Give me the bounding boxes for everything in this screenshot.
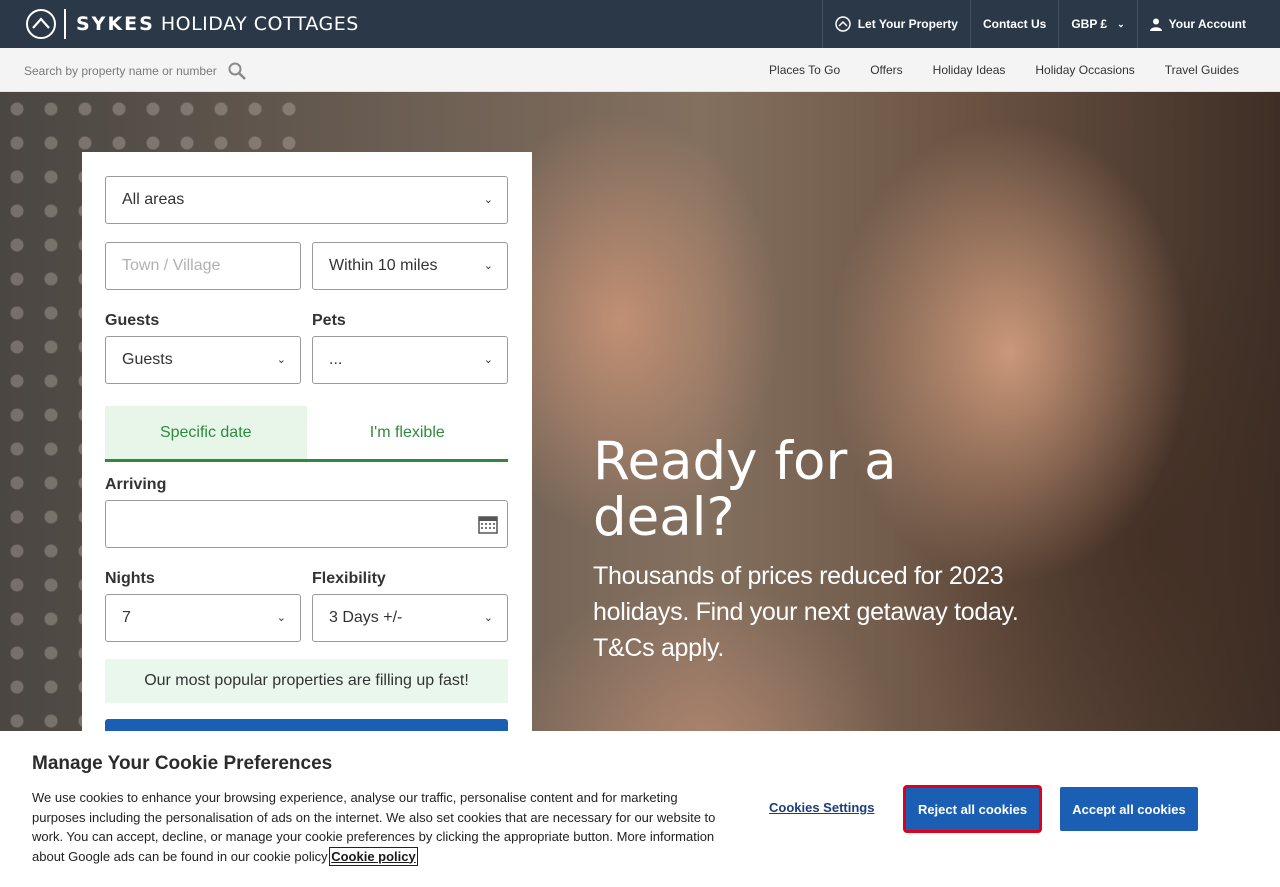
account-link[interactable]: Your Account [1136,0,1258,48]
nav-travel-guides[interactable]: Travel Guides [1165,63,1239,77]
town-input[interactable]: Town / Village [105,242,301,290]
arriving-date-input[interactable] [105,500,508,548]
property-search-input[interactable] [24,64,224,78]
currency-selector[interactable]: GBP £ ⌄ [1058,0,1136,48]
radius-select[interactable]: Within 10 miles ⌄ [312,242,508,290]
flexibility-label: Flexibility [312,570,386,587]
flexibility-value: 3 Days +/- [329,609,403,626]
chevron-down-icon: ⌄ [483,354,493,366]
nav-holiday-occasions[interactable]: Holiday Occasions [1035,63,1134,77]
date-mode-tabs: Specific date I'm flexible [105,406,508,462]
nav-places-to-go[interactable]: Places To Go [769,63,840,77]
logo-mark-icon [26,9,56,39]
tab-flexible[interactable]: I'm flexible [307,406,509,459]
cookie-banner: Manage Your Cookie Preferences We use co… [0,731,1280,887]
top-nav: Let Your Property Contact Us GBP £ ⌄ You… [821,0,1258,48]
nights-label: Nights [105,570,155,587]
cookie-title: Manage Your Cookie Preferences [32,753,333,774]
reject-all-cookies-button[interactable]: Reject all cookies [903,785,1042,833]
flexibility-select[interactable]: 3 Days +/- ⌄ [312,594,508,642]
cookies-settings-button[interactable]: Cookies Settings [769,800,874,815]
calendar-icon[interactable] [478,514,498,539]
contact-us-label: Contact Us [982,17,1047,31]
nav-holiday-ideas[interactable]: Holiday Ideas [933,63,1006,77]
user-icon [1149,18,1162,31]
pets-label: Pets [312,312,346,329]
tab-specific-date[interactable]: Specific date [105,406,307,459]
cookie-description: We use cookies to enhance your browsing … [32,788,722,866]
holiday-search-panel: All areas ⌄ Town / Village Within 10 mil… [82,152,532,792]
chevron-down-icon: ⌄ [483,260,493,272]
chevron-down-icon: ⌄ [483,194,493,206]
top-header: SYKES HOLIDAY COTTAGES Let Your Property … [0,0,1280,48]
nav-offers[interactable]: Offers [870,63,902,77]
guests-label: Guests [105,312,160,329]
guests-select[interactable]: Guests ⌄ [105,336,301,384]
accept-all-cookies-button[interactable]: Accept all cookies [1060,787,1198,831]
chevron-down-icon: ⌄ [276,354,286,366]
area-select[interactable]: All areas ⌄ [105,176,508,224]
chevron-down-icon: ⌄ [1117,18,1125,29]
pets-select[interactable]: ... ⌄ [312,336,508,384]
availability-notice: Our most popular properties are filling … [105,659,508,703]
chevron-down-icon: ⌄ [483,612,493,624]
town-placeholder: Town / Village [122,257,221,274]
nights-value: 7 [122,609,131,626]
logo-text: SYKES HOLIDAY COTTAGES [76,13,359,35]
contact-us-link[interactable]: Contact Us [969,0,1058,48]
account-label: Your Account [1168,17,1246,31]
cookie-policy-link[interactable]: Cookie policy [329,846,418,866]
hero-text: Thousands of prices reduced for 2023 hol… [593,562,1019,662]
chevron-down-icon: ⌄ [276,612,286,624]
radius-value: Within 10 miles [329,257,438,274]
search-icon[interactable] [228,62,246,80]
guests-value: Guests [122,351,173,368]
logo-divider [64,9,66,39]
pets-value: ... [329,351,343,368]
main-nav: Places To Go Offers Holiday Ideas Holida… [739,48,1239,92]
arriving-label: Arriving [105,476,167,493]
currency-label: GBP £ [1071,17,1108,31]
let-property-label: Let Your Property [857,17,958,31]
let-property-link[interactable]: Let Your Property [821,0,970,48]
site-logo[interactable]: SYKES HOLIDAY COTTAGES [26,8,359,40]
let-property-icon [834,16,851,32]
hero-title: Ready for a deal? [593,431,897,548]
nights-select[interactable]: 7 ⌄ [105,594,301,642]
area-value: All areas [122,191,185,208]
property-search [24,62,246,80]
secondary-nav-bar: Places To Go Offers Holiday Ideas Holida… [0,48,1280,92]
